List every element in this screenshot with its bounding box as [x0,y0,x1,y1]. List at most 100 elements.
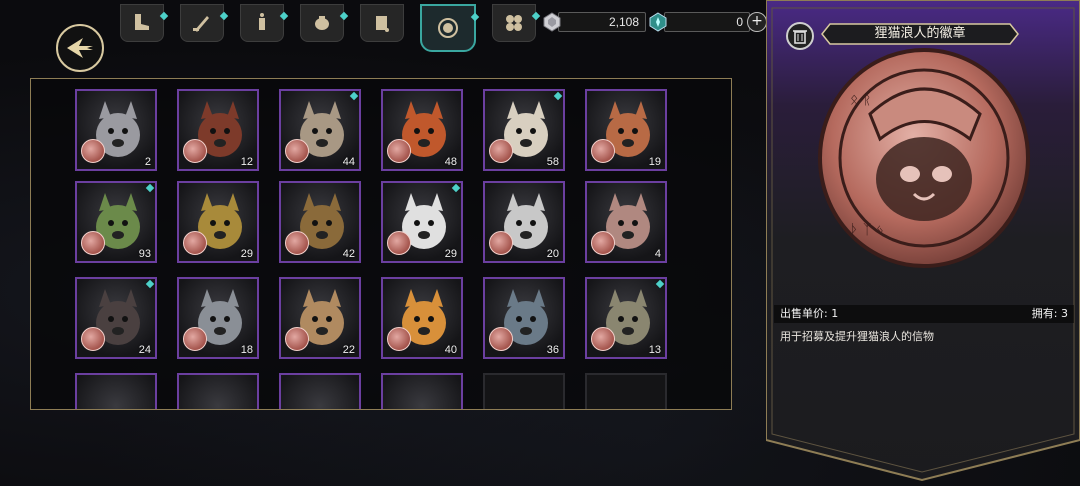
item-count: 18 [240,344,253,356]
item-count: 36 [546,344,559,356]
item-card[interactable]: 18 [177,277,259,359]
item-card[interactable]: 44 [279,89,361,171]
trash-icon [793,30,807,44]
category-tabs [120,4,541,52]
badge-token-icon [387,327,411,351]
item-card-partial[interactable] [381,373,463,409]
back-button[interactable] [56,24,104,72]
item-card[interactable]: 29 [381,181,463,263]
tab-pouch[interactable] [300,4,349,42]
badge-token-icon [285,231,309,255]
item-count: 4 [654,248,661,260]
candle-icon [259,13,265,30]
empty-slot[interactable] [585,373,667,409]
item-card[interactable]: 22 [279,277,361,359]
item-count: 13 [648,344,661,356]
sell-info-row: 出售单价: 1 拥有: 3 [774,305,1074,323]
svg-text:ᚦ ᛉ ᛃ: ᚦ ᛉ ᛃ [850,222,884,238]
empty-slot[interactable] [483,373,565,409]
new-indicator-icon [339,11,349,21]
tab-clover[interactable] [492,4,541,42]
item-card[interactable]: 29 [177,181,259,263]
item-card[interactable]: 40 [381,277,463,359]
tab-candle[interactable] [240,4,289,42]
item-count: 29 [444,248,457,260]
owned-label: 拥有: [1031,307,1058,320]
item-card[interactable]: 36 [483,277,565,359]
item-card[interactable]: 19 [585,89,667,171]
pouch-icon [315,16,329,30]
silver-amount: 2,108 [558,12,646,32]
item-count: 44 [342,156,355,168]
item-card[interactable]: 20 [483,181,565,263]
item-card[interactable]: 42 [279,181,361,263]
svg-text:ᛟ ᚱ: ᛟ ᚱ [850,92,871,108]
item-count: 24 [138,344,151,356]
badge-token-icon [387,231,411,255]
badge-token-icon [285,327,309,351]
badge-token-icon [285,139,309,163]
tab-sword[interactable] [180,4,229,42]
item-card[interactable]: 48 [381,89,463,171]
clover-icon [506,15,522,31]
item-card[interactable]: 24 [75,277,157,359]
item-card-partial[interactable] [279,373,361,409]
tab-boot[interactable] [120,4,169,42]
item-card-partial[interactable] [177,373,259,409]
crystal-amount: 0 [664,12,750,32]
currency-crystal: 0 + [648,12,767,32]
item-card-partial[interactable] [75,373,157,409]
badge-token-icon [591,231,615,255]
item-detail-panel: 狸猫浪人的徽章 ᛟ ᚱ ᚦ ᛉ ᛃ 出售单价: 1 拥有: 3 用于招募及提升狸… [766,0,1080,486]
new-indicator-icon [470,12,480,22]
item-card[interactable]: 13 [585,277,667,359]
badge-token-icon [489,327,513,351]
item-count: 93 [138,248,151,260]
item-card[interactable]: 4 [585,181,667,263]
item-card[interactable]: 12 [177,89,259,171]
badge-token-icon [591,327,615,351]
item-card[interactable]: 2 [75,89,157,171]
tab-coin-badge[interactable] [420,4,480,52]
add-currency-button[interactable]: + [747,12,767,32]
badge-token-icon [183,327,207,351]
silver-gem-icon [543,12,561,32]
badge-token-icon [591,139,615,163]
badge-token-icon [387,139,411,163]
new-indicator-icon [279,11,289,21]
new-indicator-icon [219,11,229,21]
sell-price-label: 出售单价: [780,307,828,320]
teal-crystal-icon [649,12,667,32]
item-title-banner: 狸猫浪人的徽章 [820,22,1020,46]
coin-badge-icon [438,18,458,38]
item-count: 19 [648,156,661,168]
scroll-icon [376,16,389,32]
owned-value: 3 [1061,307,1068,320]
boot-icon [135,14,149,30]
badge-token-icon [81,327,105,351]
item-count: 42 [342,248,355,260]
back-arrow-icon [67,38,93,58]
item-count: 58 [546,156,559,168]
badge-token-icon [489,139,513,163]
badge-token-icon [183,231,207,255]
item-count: 20 [546,248,559,260]
item-card[interactable]: 93 [75,181,157,263]
item-card[interactable]: 58 [483,89,565,171]
currency-silver: 2,108 [542,12,646,32]
sell-price-value: 1 [831,307,839,320]
badge-token-icon [81,231,105,255]
tab-scroll[interactable] [360,4,404,42]
badge-token-icon [489,231,513,255]
item-count: 22 [342,344,355,356]
item-count: 29 [240,248,253,260]
item-count: 48 [444,156,457,168]
raccoon-ronin-badge-icon: ᛟ ᚱ ᚦ ᛉ ᛃ [818,48,1030,268]
item-count: 2 [144,156,151,168]
sword-icon [193,16,209,32]
new-indicator-icon [159,11,169,21]
item-title: 狸猫浪人的徽章 [874,26,966,41]
item-description: 用于招募及提升狸猫浪人的信物 [780,330,934,343]
inventory-grid: 2 12 44 48 58 19 93 29 42 29 20 4 24 18 22 40 36 13 [30,78,732,410]
item-count: 40 [444,344,457,356]
